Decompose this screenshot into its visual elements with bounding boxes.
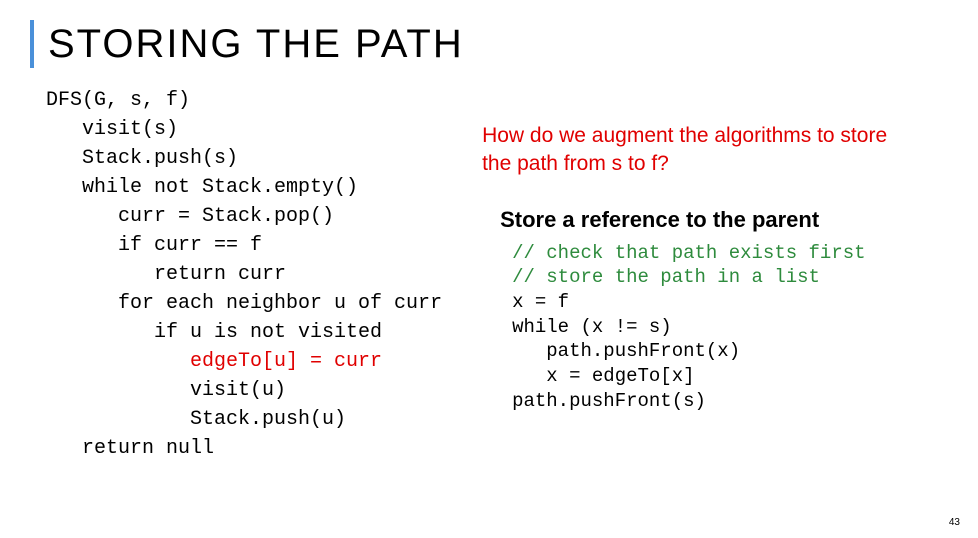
code-line: path.pushFront(s) bbox=[512, 390, 706, 412]
question-text: How do we augment the algorithms to stor… bbox=[482, 122, 912, 179]
code-line: curr = Stack.pop() bbox=[46, 205, 334, 228]
slide-title: STORING THE PATH bbox=[48, 22, 464, 67]
code-line: return null bbox=[46, 437, 214, 460]
code-line: x = f bbox=[512, 291, 569, 313]
code-line: DFS(G, s, f) bbox=[46, 89, 190, 112]
page-number: 43 bbox=[949, 517, 960, 528]
title-accent-bar bbox=[30, 20, 34, 68]
code-line-highlight: edgeTo[u] = curr bbox=[46, 350, 382, 373]
code-line: for each neighbor u of curr bbox=[46, 292, 442, 315]
code-line: return curr bbox=[46, 263, 286, 286]
code-line: if u is not visited bbox=[46, 321, 382, 344]
code-comment: // store the path in a list bbox=[512, 266, 820, 288]
code-line: Stack.push(s) bbox=[46, 147, 238, 170]
dfs-pseudocode: DFS(G, s, f) visit(s) Stack.push(s) whil… bbox=[46, 86, 442, 463]
code-line: visit(u) bbox=[46, 379, 286, 402]
code-line: visit(s) bbox=[46, 118, 178, 141]
right-column: How do we augment the algorithms to stor… bbox=[482, 86, 912, 463]
code-line: path.pushFront(x) bbox=[512, 340, 740, 362]
content-area: DFS(G, s, f) visit(s) Stack.push(s) whil… bbox=[0, 68, 978, 463]
path-recovery-code: // check that path exists first // store… bbox=[482, 241, 912, 414]
code-line: while (x != s) bbox=[512, 316, 672, 338]
code-line: Stack.push(u) bbox=[46, 408, 346, 431]
code-line: while not Stack.empty() bbox=[46, 176, 358, 199]
code-comment: // check that path exists first bbox=[512, 242, 865, 264]
title-container: STORING THE PATH bbox=[0, 0, 978, 68]
code-line: if curr == f bbox=[46, 234, 262, 257]
subtitle-text: Store a reference to the parent bbox=[482, 207, 912, 233]
code-line: x = edgeTo[x] bbox=[512, 365, 694, 387]
